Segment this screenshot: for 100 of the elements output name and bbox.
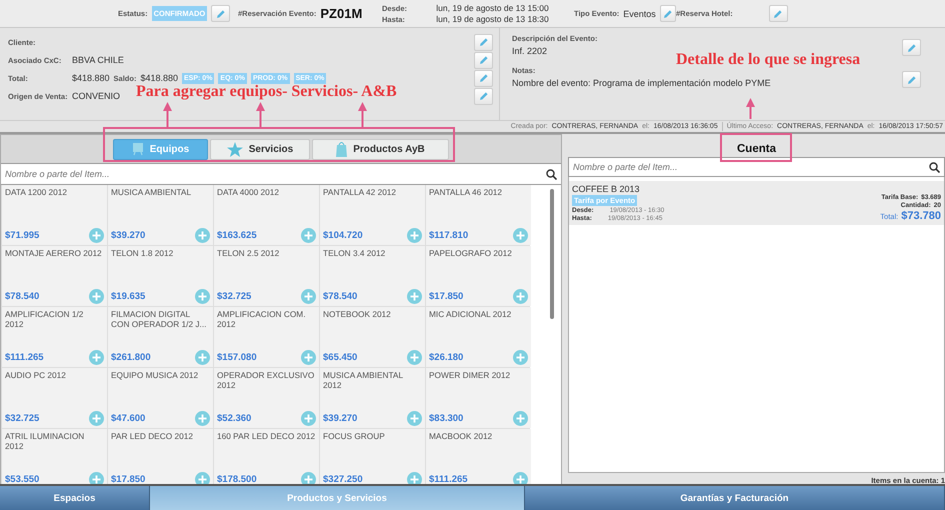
field-value: lun, 19 de agosto de 13 15:00 — [436, 3, 550, 13]
add-button[interactable] — [407, 350, 422, 365]
field-value: BBVA CHILE — [72, 55, 124, 65]
panel-title: Cuenta — [737, 142, 776, 155]
add-button[interactable] — [301, 411, 316, 426]
add-button[interactable] — [301, 228, 316, 243]
item-card[interactable]: MUSICA AMBIENTAL 2012 $39.270 — [320, 368, 425, 428]
item-card[interactable]: PAPELOGRAFO 2012 $17.850 — [426, 246, 531, 306]
item-card[interactable]: FILMACION DIGITAL CON OPERADOR 1/2 J... $261.800 — [108, 307, 213, 367]
add-button[interactable] — [195, 228, 210, 243]
add-button[interactable] — [513, 350, 528, 365]
edit-button[interactable] — [474, 52, 493, 68]
field-value: CONVENIO — [72, 91, 120, 101]
item-card[interactable]: MONTAJE AERERO 2012 $78.540 — [2, 246, 107, 306]
pencil-icon — [906, 74, 916, 84]
add-button[interactable] — [513, 472, 528, 484]
add-button[interactable] — [195, 472, 210, 484]
scrollbar-thumb[interactable] — [550, 189, 554, 319]
plus-icon — [304, 475, 313, 484]
item-card[interactable]: PANTALLA 42 2012 $104.720 — [320, 185, 425, 245]
add-button[interactable] — [407, 289, 422, 304]
item-name: TELON 1.8 2012 — [111, 248, 174, 258]
edit-button[interactable] — [768, 5, 788, 22]
item-card[interactable]: OPERADOR EXCLUSIVO 2012 $52.360 — [214, 368, 319, 428]
item-price: $71.995 — [5, 230, 40, 241]
add-button[interactable] — [407, 472, 422, 484]
item-price: $39.270 — [323, 413, 358, 424]
edit-button[interactable] — [474, 34, 493, 50]
add-button[interactable] — [89, 228, 104, 243]
field-value: Inf. 2202 — [512, 46, 548, 56]
nav-tab[interactable]: Espacios — [0, 486, 150, 510]
category-tab[interactable]: Servicios — [210, 138, 310, 160]
add-button[interactable] — [513, 289, 528, 304]
add-button[interactable] — [89, 350, 104, 365]
item-card[interactable]: POWER DIMER 2012 $83.300 — [426, 368, 531, 428]
item-card[interactable]: AUDIO PC 2012 $32.725 — [2, 368, 107, 428]
add-button[interactable] — [407, 411, 422, 426]
item-card[interactable]: ATRIL ILUMINACION 2012 $53.550 — [2, 429, 107, 484]
item-name: PANTALLA 42 2012 — [323, 187, 398, 197]
plus-icon — [198, 414, 207, 423]
field-value: $418.880 — [72, 73, 110, 83]
item-card[interactable]: MACBOOK 2012 $111.265 — [426, 429, 531, 484]
add-button[interactable] — [195, 411, 210, 426]
add-button[interactable] — [89, 472, 104, 484]
nav-tab[interactable]: Garantías y Facturación — [525, 486, 945, 510]
item-name: PANTALLA 46 2012 — [429, 187, 504, 197]
item-name: PAPELOGRAFO 2012 — [429, 248, 513, 258]
edit-button[interactable] — [211, 5, 230, 22]
add-button[interactable] — [195, 289, 210, 304]
item-card[interactable]: AMPLIFICACION 1/2 2012 $111.265 — [2, 307, 107, 367]
add-button[interactable] — [301, 289, 316, 304]
add-button[interactable] — [407, 228, 422, 243]
item-price: $52.360 — [217, 413, 252, 424]
item-card[interactable]: NOTEBOOK 2012 $65.450 — [320, 307, 425, 367]
board-icon — [132, 142, 144, 156]
edit-button[interactable] — [902, 39, 921, 56]
item-card[interactable]: MIC ADICIONAL 2012 $26.180 — [426, 307, 531, 367]
item-card[interactable]: TELON 2.5 2012 $32.725 — [214, 246, 319, 306]
item-name: MONTAJE AERERO 2012 — [5, 248, 103, 258]
add-button[interactable] — [301, 350, 316, 365]
item-price: $32.725 — [5, 413, 40, 424]
search-icon[interactable] — [929, 162, 940, 173]
item-card[interactable]: PANTALLA 46 2012 $117.810 — [426, 185, 531, 245]
item-card[interactable]: PAR LED DECO 2012 $17.850 — [108, 429, 213, 484]
edit-button[interactable] — [902, 71, 921, 88]
edit-button[interactable] — [474, 88, 493, 104]
edit-button[interactable] — [474, 70, 493, 86]
field-value: $418.880 — [140, 73, 178, 83]
plus-icon — [410, 475, 419, 484]
add-button[interactable] — [195, 350, 210, 365]
item-name: DATA 1200 2012 — [5, 187, 68, 197]
add-button[interactable] — [513, 228, 528, 243]
item-card[interactable]: DATA 1200 2012 $71.995 — [2, 185, 107, 245]
item-price: $39.270 — [111, 230, 146, 241]
item-card[interactable]: TELON 1.8 2012 $19.635 — [108, 246, 213, 306]
item-price: $117.810 — [429, 230, 468, 241]
add-button[interactable] — [89, 289, 104, 304]
plus-icon — [92, 414, 101, 423]
total-value: $73.780 — [901, 210, 941, 222]
reservation-code: PZ01M — [320, 6, 362, 21]
add-button[interactable] — [513, 411, 528, 426]
item-card[interactable]: TELON 3.4 2012 $78.540 — [320, 246, 425, 306]
item-card[interactable]: DATA 4000 2012 $163.625 — [214, 185, 319, 245]
category-tab[interactable]: Productos AyB — [312, 138, 449, 160]
add-button[interactable] — [301, 472, 316, 484]
item-name: OPERADOR EXCLUSIVO 2012 — [217, 370, 316, 390]
edit-button[interactable] — [660, 5, 676, 22]
item-card[interactable]: MUSICA AMBIENTAL $39.270 — [108, 185, 213, 245]
annotation-arrow — [746, 98, 755, 119]
item-card[interactable]: 160 PAR LED DECO 2012 $178.500 — [214, 429, 319, 484]
annotation-arrow — [256, 102, 265, 127]
item-card[interactable]: AMPLIFICACION COM. 2012 $157.080 — [214, 307, 319, 367]
add-button[interactable] — [89, 411, 104, 426]
star-icon — [226, 142, 243, 156]
plus-icon — [198, 231, 207, 240]
item-card[interactable]: FOCUS GROUP $327.250 — [320, 429, 425, 484]
item-card[interactable]: EQUIPO MUSICA 2012 $47.600 — [108, 368, 213, 428]
plus-icon — [304, 231, 313, 240]
item-price: $78.540 — [323, 291, 358, 302]
search-icon[interactable] — [546, 168, 557, 180]
